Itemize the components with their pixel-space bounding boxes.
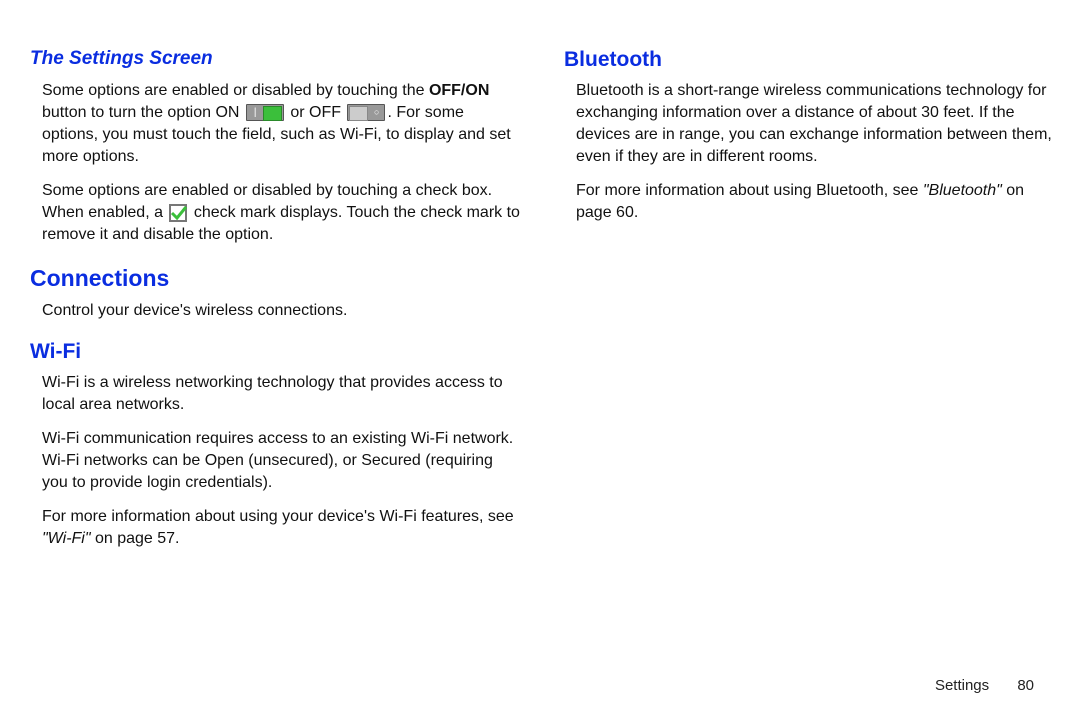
checkmark-icon [169, 204, 187, 222]
wifi-xref: "Wi-Fi" [42, 530, 91, 547]
heading-connections: Connections [30, 265, 522, 292]
connections-para: Control your device's wireless connectio… [30, 300, 522, 322]
settings-para-1: Some options are enabled or disabled by … [30, 80, 522, 168]
footer-section: Settings [935, 677, 989, 694]
settings-para-2: Some options are enabled or disabled by … [30, 180, 522, 246]
bluetooth-para-1: Bluetooth is a short-range wireless comm… [564, 80, 1056, 168]
text: For more information about using Bluetoo… [576, 182, 923, 199]
wifi-para-1: Wi-Fi is a wireless networking technolog… [30, 372, 522, 416]
footer-page-number: 80 [1017, 677, 1034, 694]
heading-settings-screen: The Settings Screen [30, 48, 522, 70]
toggle-off-icon [347, 104, 385, 121]
wifi-para-2: Wi-Fi communication requires access to a… [30, 428, 522, 494]
page-content: The Settings Screen Some options are ena… [30, 48, 1060, 562]
text: or OFF [286, 104, 346, 121]
heading-bluetooth: Bluetooth [564, 48, 1056, 72]
left-column: The Settings Screen Some options are ena… [30, 48, 522, 562]
text: button to turn the option ON [42, 104, 244, 121]
right-column: Bluetooth Bluetooth is a short-range wir… [564, 48, 1056, 562]
text: on page 57. [91, 530, 180, 547]
page-footer: Settings 80 [935, 677, 1034, 694]
text: For more information about using your de… [42, 508, 514, 525]
off-on-label: OFF/ON [429, 82, 489, 99]
bluetooth-para-2: For more information about using Bluetoo… [564, 180, 1056, 224]
bluetooth-xref: "Bluetooth" [923, 182, 1002, 199]
wifi-para-3: For more information about using your de… [30, 506, 522, 550]
heading-wifi: Wi-Fi [30, 340, 522, 364]
text: Some options are enabled or disabled by … [42, 82, 429, 99]
toggle-on-icon [246, 104, 284, 121]
